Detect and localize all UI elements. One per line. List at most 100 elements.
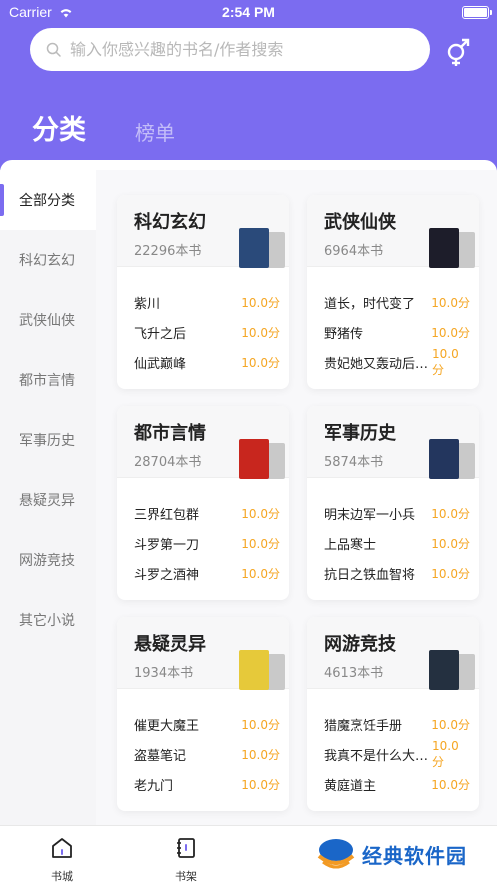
home-icon (52, 838, 72, 858)
cover-image (429, 439, 459, 479)
tab-label: 书架 (175, 870, 197, 883)
book-covers (419, 228, 475, 268)
category-card-military-history[interactable]: 军事历史 5874本书 明末边军一小兵 10.0分 上品寒士 10.0分 抗日之铁血… (307, 406, 479, 600)
book-title: 催更大魔王 (134, 718, 200, 734)
category-card-mystery[interactable]: 悬疑灵异 1934本书 催更大魔王 10.0分 盗墓笔记 10.0分 老九门 10.0… (117, 617, 289, 811)
card-header: 网游竞技 4613本书 (307, 617, 479, 690)
category-sidebar: 全部分类 科幻玄幻 武侠仙侠 都市言情 军事历史 悬疑灵异 网游竞技 其它小说 (0, 170, 96, 825)
book-list: 催更大魔王 10.0分 盗墓笔记 10.0分 老九门 10.0分 (117, 689, 289, 799)
book-title: 道长，时代变了 (324, 296, 416, 312)
book-row[interactable]: 上品寒士 10.0分 (307, 528, 479, 558)
sidebar-item-scifi-fantasy[interactable]: 科幻玄幻 (0, 230, 96, 290)
watermark-logo-icon (317, 839, 355, 869)
cover-image (239, 228, 269, 268)
search-bar[interactable] (30, 28, 430, 71)
card-title: 科幻玄幻 (134, 212, 206, 233)
sidebar-item-all[interactable]: 全部分类 (0, 170, 96, 230)
book-row[interactable]: 三界红包群 10.0分 (117, 498, 289, 528)
book-row[interactable]: 我真不是什么大佬啊 10.0分 (307, 739, 479, 769)
book-title: 黄庭道主 (324, 778, 377, 794)
gender-switch-icon (447, 38, 470, 66)
book-row[interactable]: 野猪传 10.0分 (307, 317, 479, 347)
card-title: 军事历史 (324, 423, 396, 444)
book-row[interactable]: 飞升之后 10.0分 (117, 317, 289, 347)
book-row[interactable]: 明末边军一小兵 10.0分 (307, 498, 479, 528)
book-score: 10.0分 (241, 717, 280, 732)
tab-label: 书城 (51, 870, 73, 883)
book-row[interactable]: 黄庭道主 10.0分 (307, 769, 479, 799)
sidebar-item-mystery[interactable]: 悬疑灵异 (0, 470, 96, 530)
book-row[interactable]: 仙武巅峰 10.0分 (117, 347, 289, 377)
gender-switch-button[interactable] (441, 35, 477, 71)
book-title: 我真不是什么大佬啊 (324, 748, 432, 764)
book-title: 紫川 (134, 296, 161, 312)
book-title: 明末边军一小兵 (324, 507, 416, 523)
book-row[interactable]: 催更大魔王 10.0分 (117, 709, 289, 739)
sidebar-item-urban-romance[interactable]: 都市言情 (0, 350, 96, 410)
card-header: 都市言情 28704本书 (117, 406, 289, 479)
book-row[interactable]: 抗日之铁血智将 10.0分 (307, 558, 479, 588)
book-title: 斗罗第一刀 (134, 537, 200, 553)
tab-bookshelf[interactable]: 书架 (156, 836, 216, 883)
sidebar-item-other[interactable]: 其它小说 (0, 590, 96, 650)
book-title: 抗日之铁血智将 (324, 567, 416, 583)
book-covers (229, 439, 285, 479)
search-input[interactable] (70, 40, 410, 59)
book-score: 10.0分 (241, 536, 280, 551)
book-score: 10.0分 (241, 506, 280, 521)
book-score: 10.0分 (432, 346, 459, 377)
sidebar-item-military-history[interactable]: 军事历史 (0, 410, 96, 470)
category-card-scifi-fantasy[interactable]: 科幻玄幻 22296本书 紫川 10.0分 飞升之后 10.0分 仙武巅峰 10.0分 (117, 195, 289, 389)
book-title: 盗墓笔记 (134, 748, 187, 764)
book-row[interactable]: 斗罗之酒神 10.0分 (117, 558, 289, 588)
card-count: 28704本书 (134, 455, 202, 470)
top-tabs: 分类 榜单 (0, 100, 497, 160)
bookshelf-icon (177, 838, 195, 858)
category-grid: 科幻玄幻 22296本书 紫川 10.0分 飞升之后 10.0分 仙武巅峰 10.0分… (96, 170, 497, 825)
sidebar-item-game[interactable]: 网游竞技 (0, 530, 96, 590)
book-row[interactable]: 猎魔烹饪手册 10.0分 (307, 709, 479, 739)
tab-ranking[interactable]: 榜单 (135, 117, 175, 146)
book-row[interactable]: 紫川 10.0分 (117, 287, 289, 317)
book-score: 10.0分 (431, 506, 470, 521)
card-title: 悬疑灵异 (134, 634, 206, 655)
book-title: 贵妃她又轰动后宫了 (324, 356, 432, 372)
book-list: 紫川 10.0分 飞升之后 10.0分 仙武巅峰 10.0分 (117, 267, 289, 377)
book-row[interactable]: 道长，时代变了 10.0分 (307, 287, 479, 317)
card-header: 军事历史 5874本书 (307, 406, 479, 479)
book-list: 猎魔烹饪手册 10.0分 我真不是什么大佬啊 10.0分 黄庭道主 10.0分 (307, 689, 479, 799)
book-title: 仙武巅峰 (134, 356, 187, 372)
card-title: 都市言情 (134, 423, 206, 444)
book-row[interactable]: 盗墓笔记 10.0分 (117, 739, 289, 769)
cover-image (239, 439, 269, 479)
battery-icon (462, 6, 492, 19)
book-list: 道长，时代变了 10.0分 野猪传 10.0分 贵妃她又轰动后宫了 10.0分 (307, 267, 479, 377)
book-score: 10.0分 (432, 738, 459, 769)
tab-bookstore[interactable]: 书城 (32, 836, 92, 883)
book-score: 10.0分 (431, 325, 470, 340)
book-title: 飞升之后 (134, 326, 187, 342)
book-score: 10.0分 (431, 777, 470, 792)
book-covers (419, 650, 475, 690)
category-card-urban-romance[interactable]: 都市言情 28704本书 三界红包群 10.0分 斗罗第一刀 10.0分 斗罗之酒神… (117, 406, 289, 600)
book-covers (419, 439, 475, 479)
cover-image (429, 650, 459, 690)
book-title: 野猪传 (324, 326, 364, 342)
sidebar-item-wuxia-xianxia[interactable]: 武侠仙侠 (0, 290, 96, 350)
card-count: 4613本书 (324, 666, 384, 681)
book-row[interactable]: 老九门 10.0分 (117, 769, 289, 799)
category-card-game[interactable]: 网游竞技 4613本书 猎魔烹饪手册 10.0分 我真不是什么大佬啊 10.0分 黄… (307, 617, 479, 811)
book-row[interactable]: 贵妃她又轰动后宫了 10.0分 (307, 347, 479, 377)
book-score: 10.0分 (241, 777, 280, 792)
status-bar: Carrier 2:54 PM (0, 0, 497, 26)
book-title: 斗罗之酒神 (134, 567, 200, 583)
card-count: 5874本书 (324, 455, 384, 470)
tab-category[interactable]: 分类 (32, 108, 86, 147)
category-card-wuxia-xianxia[interactable]: 武侠仙侠 6964本书 道长，时代变了 10.0分 野猪传 10.0分 贵妃她又轰动… (307, 195, 479, 389)
book-row[interactable]: 斗罗第一刀 10.0分 (117, 528, 289, 558)
book-title: 三界红包群 (134, 507, 200, 523)
book-score: 10.0分 (431, 717, 470, 732)
card-title: 武侠仙侠 (324, 212, 396, 233)
main-content: 全部分类 科幻玄幻 武侠仙侠 都市言情 军事历史 悬疑灵异 网游竞技 其它小说 … (0, 160, 497, 825)
book-score: 10.0分 (431, 536, 470, 551)
